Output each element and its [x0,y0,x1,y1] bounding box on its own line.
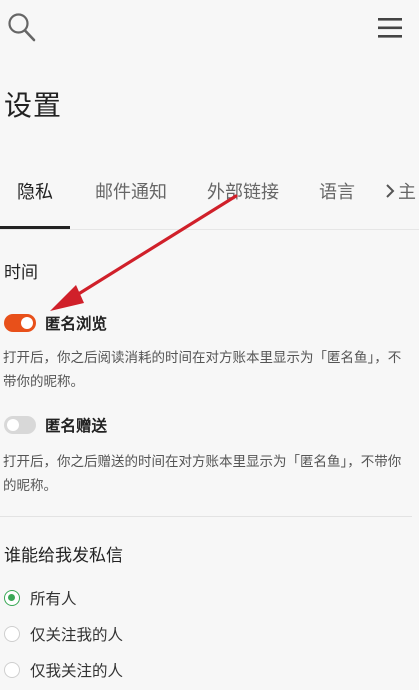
radio-label-following: 仅我关注的人 [30,662,124,680]
radio-button-followers[interactable] [4,626,20,642]
anonymous-browse-toggle[interactable] [4,314,36,332]
anonymous-gift-description: 打开后，你之后赠送的时间在对方账本里显示为「匿名鱼」，不带你的昵称。 [3,454,402,494]
anonymous-gift-label: 匿名赠送 [45,417,108,435]
toggle-knob [7,419,19,431]
settings-tab-bar: 隐私 邮件通知 外部链接 语言 主 [0,160,419,230]
chevron-right-icon[interactable] [383,182,397,200]
section-title-private-messages: 谁能给我发私信 [4,546,123,566]
radio-button-everyone[interactable] [4,590,20,606]
radio-button-following[interactable] [4,662,20,678]
hamburger-menu-icon[interactable] [377,16,403,40]
active-tab-indicator [0,226,70,229]
tab-privacy[interactable]: 隐私 [17,178,53,204]
radio-option-followers[interactable]: 仅关注我的人 [4,623,154,645]
tab-overflow-partial[interactable]: 主 [398,178,419,204]
tab-language[interactable]: 语言 [319,178,355,204]
anonymous-browse-description: 打开后，你之后阅读消耗的时间在对方账本里显示为「匿名鱼」，不带你的昵称。 [3,350,402,390]
tab-external-links[interactable]: 外部链接 [207,178,279,204]
tab-email-notifications[interactable]: 邮件通知 [95,178,167,204]
anonymous-gift-toggle[interactable] [4,416,36,434]
section-divider [0,516,412,517]
radio-label-followers: 仅关注我的人 [30,626,124,644]
anonymous-browse-label: 匿名浏览 [45,315,108,333]
anonymous-gift-toggle-row[interactable]: 匿名赠送 [4,414,134,436]
anonymous-browse-toggle-row[interactable]: 匿名浏览 [4,312,134,334]
radio-option-following[interactable]: 仅我关注的人 [4,659,154,681]
page-title: 设置 [4,89,63,122]
radio-option-everyone[interactable]: 所有人 [4,587,114,609]
app-header [0,0,419,60]
radio-label-everyone: 所有人 [30,590,77,608]
toggle-knob [21,317,33,329]
search-icon[interactable] [6,10,38,44]
section-title-time: 时间 [4,263,38,283]
